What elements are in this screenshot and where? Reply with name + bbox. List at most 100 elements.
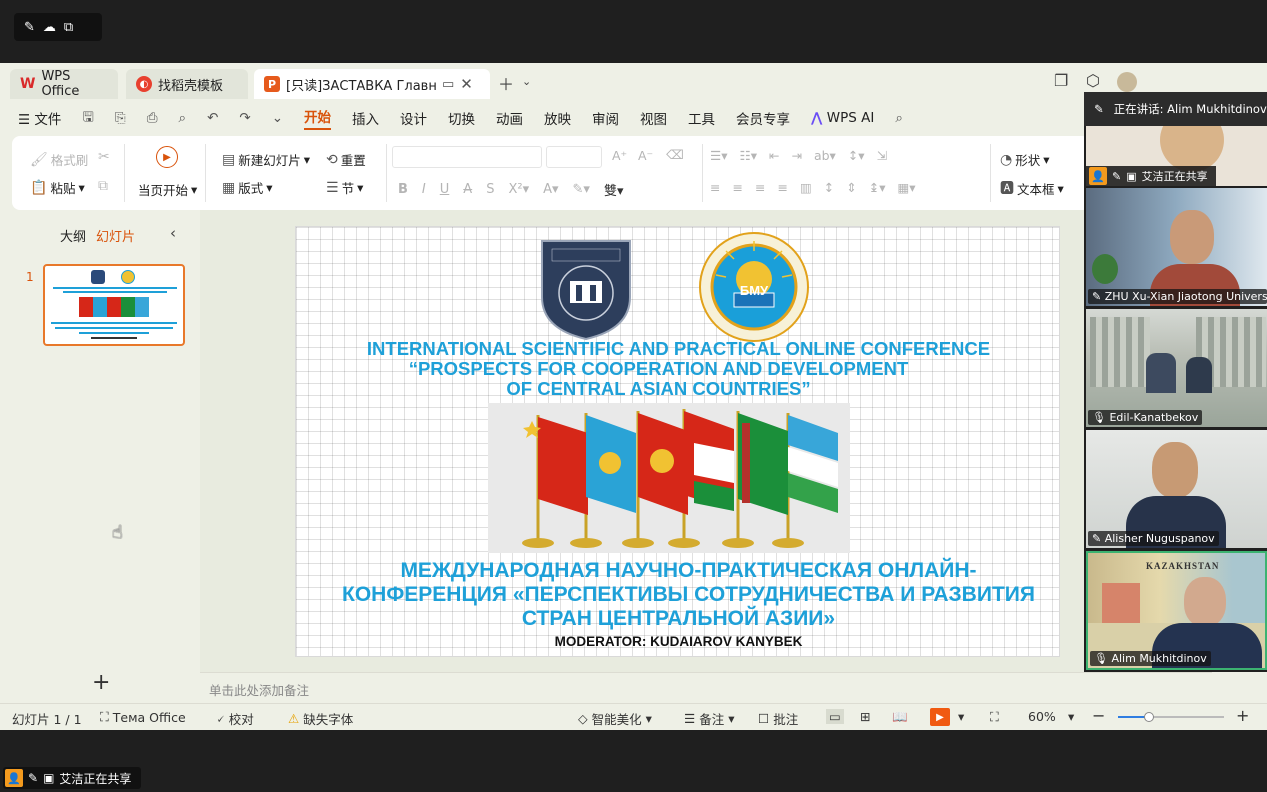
undo-icon[interactable]: ↶ [207, 110, 218, 126]
justify-icon[interactable]: ≡ [777, 180, 787, 195]
chevron-down-icon[interactable]: ▾ [1068, 709, 1074, 724]
reading-view-icon[interactable]: 📖 [892, 709, 908, 725]
print-icon[interactable]: ⎙ [147, 110, 158, 126]
menu-review[interactable]: 审阅 [592, 108, 619, 128]
video-tile-participant[interactable]: ✎ Alisher Nuguspanov [1086, 430, 1267, 548]
strikethrough-icon[interactable]: A [463, 182, 472, 197]
comments-button[interactable]: ☐ 批注 [758, 709, 798, 728]
tab-document[interactable]: P [只读]ЗАСТАВКА Главная (2 ▭ ✕ [254, 69, 490, 99]
tab-wps-office[interactable]: W WPS Office [10, 69, 118, 99]
menu-tools[interactable]: 工具 [688, 108, 715, 128]
add-slide-button[interactable]: + [92, 670, 110, 695]
new-tab-icon[interactable]: ＋ [498, 71, 514, 95]
bullet-list-icon[interactable]: ☰▾ [710, 148, 727, 163]
zoom-level[interactable]: 60% [1028, 709, 1056, 724]
normal-view-icon[interactable]: ▭ [826, 709, 844, 724]
cut-icon[interactable]: ✂ [98, 149, 110, 165]
play-slideshow-icon[interactable]: ▶ [930, 708, 950, 726]
align-right-icon[interactable]: ≡ [755, 180, 765, 195]
menu-transition[interactable]: 切换 [448, 108, 475, 128]
shadow-icon[interactable]: S [486, 182, 494, 197]
menu-member[interactable]: 会员专享 [736, 108, 790, 128]
decrease-indent-icon[interactable]: ⇤ [769, 148, 779, 163]
play-icon[interactable]: ▶ [156, 146, 178, 168]
close-icon[interactable]: ✕ [460, 75, 473, 93]
paste-button[interactable]: 📋 粘贴 ▾ [30, 178, 85, 197]
avatar[interactable] [1117, 72, 1137, 92]
video-tile-active-speaker[interactable]: KAZAKHSTAN 🎙 Alim Mukhitdinov [1086, 551, 1267, 670]
export-icon[interactable]: ⎘ [115, 110, 126, 126]
menu-animation[interactable]: 动画 [496, 108, 523, 128]
new-slide-button[interactable]: ▤ 新建幻灯片 ▾ [222, 150, 310, 169]
layout-button[interactable]: ▦ 版式 ▾ [222, 178, 273, 197]
theme-status[interactable]: ⛶ Тема Office [100, 709, 186, 725]
line-height-icon[interactable]: ↨▾ [869, 180, 886, 195]
smart-beautify-button[interactable]: ◇ 智能美化 ▾ [578, 709, 652, 728]
slide-sorter-icon[interactable]: ⊞ [860, 709, 870, 724]
play-from-current-button[interactable]: 当页开始 ▾ [138, 180, 197, 199]
section-button[interactable]: ☰ 节 ▾ [326, 178, 363, 197]
increase-indent-icon[interactable]: ⇥ [791, 148, 801, 163]
zoom-slider-thumb[interactable] [1144, 712, 1154, 722]
italic-icon[interactable]: I [422, 182, 426, 197]
chevron-down-icon[interactable]: ▾ [958, 709, 964, 724]
text-spacing-icon[interactable]: ab▾ [814, 148, 836, 163]
menu-wps-ai[interactable]: ⋀ WPS AI [811, 110, 874, 126]
bold-icon[interactable]: B [398, 182, 408, 197]
zoom-out-icon[interactable]: − [1092, 706, 1105, 725]
chevron-down-icon[interactable]: ⌄ [522, 75, 531, 88]
font-size-select[interactable] [546, 146, 602, 168]
sort-icon[interactable]: ↕▾ [848, 148, 865, 163]
tab-outline[interactable]: 大纲 [60, 226, 86, 245]
shape-button[interactable]: ◔ 形状 ▾ [1000, 150, 1050, 169]
numbered-list-icon[interactable]: ☷▾ [739, 148, 756, 163]
zoom-in-icon[interactable]: + [1236, 706, 1249, 725]
menu-insert[interactable]: 插入 [352, 108, 379, 128]
save-icon[interactable]: 🖫 [82, 107, 94, 130]
video-tile-participant[interactable]: ✎ ZHU Xu-Xian Jiaotong University [1086, 188, 1267, 306]
font-shrink-icon[interactable]: A⁻ [638, 148, 653, 163]
mic-off-icon[interactable]: ✎ [24, 20, 35, 35]
tab-templates[interactable]: ◐ 找稻壳模板 [126, 69, 248, 99]
share-screen-icon[interactable]: ⧉ [64, 20, 73, 35]
superscript-icon[interactable]: X²▾ [508, 182, 529, 197]
tab-slides[interactable]: 幻灯片 [96, 226, 135, 245]
proofread-button[interactable]: 🗸 校对 [216, 709, 254, 728]
clear-format-icon[interactable]: ⌫ [666, 147, 684, 162]
reset-button[interactable]: ⟲ 重置 [326, 150, 366, 169]
distribute-icon[interactable]: ▥ [800, 180, 812, 195]
menu-file[interactable]: ☰ 文件 [18, 108, 61, 128]
missing-font-button[interactable]: ⚠ 缺失字体 [288, 709, 353, 728]
menu-view[interactable]: 视图 [640, 108, 667, 128]
phonetic-icon[interactable]: 雙▾ [604, 180, 624, 199]
notes-button[interactable]: ☰ 备注 ▾ [684, 709, 735, 728]
highlight-icon[interactable]: ✎▾ [573, 182, 590, 197]
columns-icon[interactable]: ▦▾ [897, 180, 915, 195]
collapse-panel-icon[interactable]: ‹ [170, 224, 176, 242]
slide-thumbnail[interactable] [43, 264, 185, 346]
font-family-select[interactable] [392, 146, 542, 168]
fit-window-icon[interactable]: ⛶ [990, 709, 999, 725]
notes-pane[interactable]: 单击此处添加备注 [200, 672, 1212, 702]
font-grow-icon[interactable]: A⁺ [612, 148, 627, 163]
cube-icon[interactable]: ⬡ [1086, 71, 1100, 90]
meeting-controls-pill[interactable]: ✎ ☁ ⧉ [14, 13, 102, 41]
monitor-icon[interactable]: ▭ [442, 77, 454, 92]
font-color-icon[interactable]: A▾ [543, 182, 558, 197]
video-tile-participant[interactable]: 🎙 Edil-Kanatbekov [1086, 309, 1267, 427]
underline-icon[interactable]: U [440, 182, 450, 197]
textbox-button[interactable]: 🅰 文本框 ▾ [1000, 178, 1064, 198]
paragraph-spacing-icon[interactable]: ⇕ [846, 180, 856, 195]
search-icon[interactable]: ⌕ [895, 110, 903, 126]
redo-icon[interactable]: ↷ [239, 110, 250, 126]
align-center-icon[interactable]: ≡ [732, 180, 742, 195]
slide[interactable]: БМУ INTERNATIONAL SCIENTIFIC AND PRACTIC… [295, 226, 1060, 657]
copy-icon[interactable]: ⧉ [98, 178, 108, 194]
text-direction-icon[interactable]: ⇲ [877, 148, 887, 163]
line-spacing-icon[interactable]: ↕ [824, 180, 834, 195]
menu-slideshow[interactable]: 放映 [544, 108, 571, 128]
align-left-icon[interactable]: ≡ [710, 180, 720, 195]
window-mode-icon[interactable]: ❐ [1054, 71, 1068, 90]
zoom-slider[interactable] [1118, 712, 1224, 722]
menu-design[interactable]: 设计 [400, 108, 427, 128]
